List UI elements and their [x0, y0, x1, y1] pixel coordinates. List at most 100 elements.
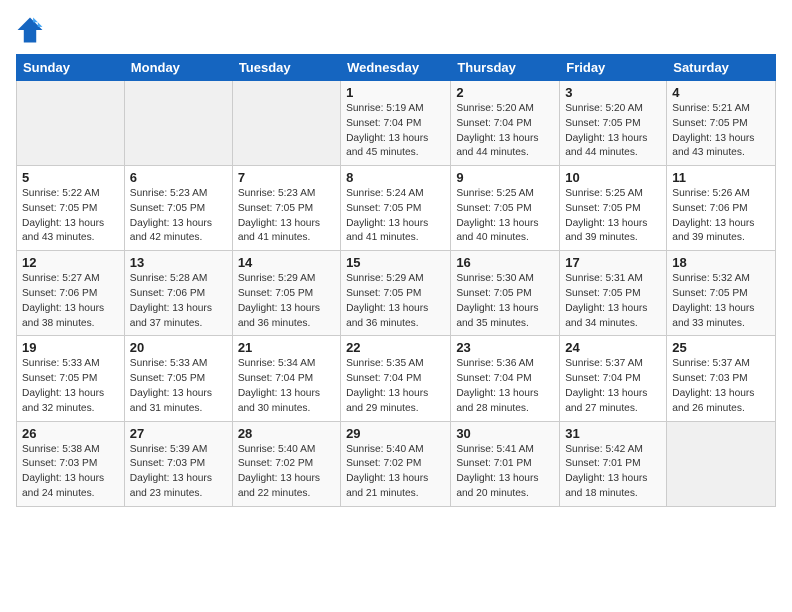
day-number: 29	[346, 426, 445, 441]
day-info: Sunrise: 5:27 AM Sunset: 7:06 PM Dayligh…	[22, 272, 119, 331]
day-info: Sunrise: 5:41 AM Sunset: 7:01 PM Dayligh…	[456, 443, 554, 502]
header	[16, 16, 776, 44]
header-monday: Monday	[124, 55, 232, 81]
day-number: 1	[346, 85, 445, 100]
day-number: 24	[565, 340, 661, 355]
day-number: 9	[456, 170, 554, 185]
day-info: Sunrise: 5:25 AM Sunset: 7:05 PM Dayligh…	[456, 187, 554, 246]
day-info: Sunrise: 5:32 AM Sunset: 7:05 PM Dayligh…	[672, 272, 770, 331]
calendar-cell: 24Sunrise: 5:37 AM Sunset: 7:04 PM Dayli…	[560, 336, 667, 421]
calendar-cell: 30 Sunrise: 5:41 AM Sunset: 7:01 PM Dayli…	[451, 421, 560, 506]
day-info: Sunrise: 5:40 AM Sunset: 7:02 PM Dayligh…	[346, 443, 445, 502]
day-number: 28	[238, 426, 335, 441]
day-info: Sunrise: 5:33 AM Sunset: 7:05 PM Dayligh…	[22, 357, 119, 416]
day-info: Sunrise: 5:29 AM Sunset: 7:05 PM Dayligh…	[346, 272, 445, 331]
week-row-1: 1 Sunrise: 5:19 AM Sunset: 7:04 PM Daylig…	[17, 81, 776, 166]
week-row-5: 26 Sunrise: 5:38 AM Sunset: 7:03 PM Dayli…	[17, 421, 776, 506]
day-number: 11	[672, 170, 770, 185]
calendar-cell: 9 Sunrise: 5:25 AM Sunset: 7:05 PM Daylig…	[451, 166, 560, 251]
day-number: 16	[456, 255, 554, 270]
header-friday: Friday	[560, 55, 667, 81]
day-number: 3	[565, 85, 661, 100]
day-info: Sunrise: 5:34 AM Sunset: 7:04 PM Dayligh…	[238, 357, 335, 416]
calendar-cell: 31 Sunrise: 5:42 AM Sunset: 7:01 PM Dayli…	[560, 421, 667, 506]
day-info: Sunrise: 5:24 AM Sunset: 7:05 PM Dayligh…	[346, 187, 445, 246]
calendar-cell: 23Sunrise: 5:36 AM Sunset: 7:04 PM Dayli…	[451, 336, 560, 421]
day-number: 14	[238, 255, 335, 270]
day-number: 30	[456, 426, 554, 441]
calendar-cell: 1 Sunrise: 5:19 AM Sunset: 7:04 PM Daylig…	[341, 81, 451, 166]
calendar-cell: 29 Sunrise: 5:40 AM Sunset: 7:02 PM Dayli…	[341, 421, 451, 506]
day-number: 31	[565, 426, 661, 441]
day-info: Sunrise: 5:37 AM Sunset: 7:03 PM Dayligh…	[672, 357, 770, 416]
day-info: Sunrise: 5:28 AM Sunset: 7:06 PM Dayligh…	[130, 272, 227, 331]
calendar-cell: 25 Sunrise: 5:37 AM Sunset: 7:03 PM Dayli…	[667, 336, 776, 421]
calendar-page: SundayMondayTuesdayWednesdayThursdayFrid…	[0, 0, 792, 612]
day-number: 22	[346, 340, 445, 355]
day-info: Sunrise: 5:36 AM Sunset: 7:04 PM Dayligh…	[456, 357, 554, 416]
day-info: Sunrise: 5:20 AM Sunset: 7:05 PM Dayligh…	[565, 102, 661, 161]
calendar-cell	[667, 421, 776, 506]
day-number: 18	[672, 255, 770, 270]
logo	[16, 16, 46, 44]
day-info: Sunrise: 5:42 AM Sunset: 7:01 PM Dayligh…	[565, 443, 661, 502]
day-info: Sunrise: 5:20 AM Sunset: 7:04 PM Dayligh…	[456, 102, 554, 161]
calendar-cell: 17 Sunrise: 5:31 AM Sunset: 7:05 PM Dayli…	[560, 251, 667, 336]
day-number: 20	[130, 340, 227, 355]
day-info: Sunrise: 5:38 AM Sunset: 7:03 PM Dayligh…	[22, 443, 119, 502]
calendar-table: SundayMondayTuesdayWednesdayThursdayFrid…	[16, 54, 776, 507]
day-number: 26	[22, 426, 119, 441]
day-info: Sunrise: 5:19 AM Sunset: 7:04 PM Dayligh…	[346, 102, 445, 161]
calendar-cell: 8 Sunrise: 5:24 AM Sunset: 7:05 PM Daylig…	[341, 166, 451, 251]
header-row: SundayMondayTuesdayWednesdayThursdayFrid…	[17, 55, 776, 81]
day-info: Sunrise: 5:33 AM Sunset: 7:05 PM Dayligh…	[130, 357, 227, 416]
day-number: 12	[22, 255, 119, 270]
calendar-cell: 16 Sunrise: 5:30 AM Sunset: 7:05 PM Dayli…	[451, 251, 560, 336]
logo-icon	[16, 16, 44, 44]
header-thursday: Thursday	[451, 55, 560, 81]
calendar-cell: 20 Sunrise: 5:33 AM Sunset: 7:05 PM Dayli…	[124, 336, 232, 421]
header-saturday: Saturday	[667, 55, 776, 81]
calendar-cell: 21 Sunrise: 5:34 AM Sunset: 7:04 PM Dayli…	[232, 336, 340, 421]
week-row-3: 12 Sunrise: 5:27 AM Sunset: 7:06 PM Dayli…	[17, 251, 776, 336]
day-number: 8	[346, 170, 445, 185]
day-number: 27	[130, 426, 227, 441]
day-number: 4	[672, 85, 770, 100]
day-info: Sunrise: 5:22 AM Sunset: 7:05 PM Dayligh…	[22, 187, 119, 246]
calendar-cell: 14 Sunrise: 5:29 AM Sunset: 7:05 PM Dayli…	[232, 251, 340, 336]
day-number: 15	[346, 255, 445, 270]
calendar-cell: 28 Sunrise: 5:40 AM Sunset: 7:02 PM Dayli…	[232, 421, 340, 506]
day-number: 10	[565, 170, 661, 185]
calendar-cell: 7 Sunrise: 5:23 AM Sunset: 7:05 PM Daylig…	[232, 166, 340, 251]
week-row-2: 5 Sunrise: 5:22 AM Sunset: 7:05 PM Daylig…	[17, 166, 776, 251]
day-info: Sunrise: 5:29 AM Sunset: 7:05 PM Dayligh…	[238, 272, 335, 331]
calendar-cell: 26 Sunrise: 5:38 AM Sunset: 7:03 PM Dayli…	[17, 421, 125, 506]
week-row-4: 19Sunrise: 5:33 AM Sunset: 7:05 PM Dayli…	[17, 336, 776, 421]
day-info: Sunrise: 5:23 AM Sunset: 7:05 PM Dayligh…	[130, 187, 227, 246]
day-info: Sunrise: 5:40 AM Sunset: 7:02 PM Dayligh…	[238, 443, 335, 502]
day-number: 25	[672, 340, 770, 355]
calendar-cell: 3 Sunrise: 5:20 AM Sunset: 7:05 PM Daylig…	[560, 81, 667, 166]
calendar-cell: 6Sunrise: 5:23 AM Sunset: 7:05 PM Daylig…	[124, 166, 232, 251]
day-number: 5	[22, 170, 119, 185]
day-info: Sunrise: 5:35 AM Sunset: 7:04 PM Dayligh…	[346, 357, 445, 416]
calendar-cell	[17, 81, 125, 166]
header-tuesday: Tuesday	[232, 55, 340, 81]
day-number: 21	[238, 340, 335, 355]
day-number: 2	[456, 85, 554, 100]
day-info: Sunrise: 5:30 AM Sunset: 7:05 PM Dayligh…	[456, 272, 554, 331]
day-number: 7	[238, 170, 335, 185]
calendar-cell: 12 Sunrise: 5:27 AM Sunset: 7:06 PM Dayli…	[17, 251, 125, 336]
calendar-cell: 5 Sunrise: 5:22 AM Sunset: 7:05 PM Daylig…	[17, 166, 125, 251]
day-info: Sunrise: 5:39 AM Sunset: 7:03 PM Dayligh…	[130, 443, 227, 502]
calendar-cell: 18 Sunrise: 5:32 AM Sunset: 7:05 PM Dayli…	[667, 251, 776, 336]
day-info: Sunrise: 5:26 AM Sunset: 7:06 PM Dayligh…	[672, 187, 770, 246]
calendar-cell	[124, 81, 232, 166]
calendar-cell: 10Sunrise: 5:25 AM Sunset: 7:05 PM Dayli…	[560, 166, 667, 251]
calendar-cell: 4Sunrise: 5:21 AM Sunset: 7:05 PM Daylig…	[667, 81, 776, 166]
day-number: 17	[565, 255, 661, 270]
day-info: Sunrise: 5:31 AM Sunset: 7:05 PM Dayligh…	[565, 272, 661, 331]
day-info: Sunrise: 5:23 AM Sunset: 7:05 PM Dayligh…	[238, 187, 335, 246]
calendar-cell: 15 Sunrise: 5:29 AM Sunset: 7:05 PM Dayli…	[341, 251, 451, 336]
header-wednesday: Wednesday	[341, 55, 451, 81]
